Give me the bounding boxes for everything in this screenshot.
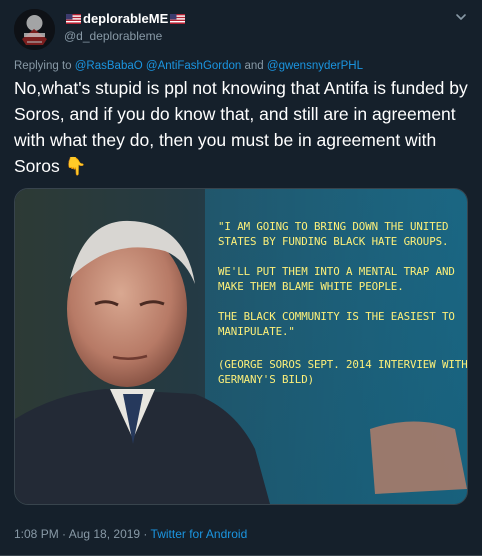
- quote-attribution: (GEORGE SOROS SEPT. 2014 INTERVIEW WITH …: [218, 358, 468, 386]
- mention-link[interactable]: @AntiFashGordon: [146, 60, 241, 72]
- tweet-text: No,what's stupid is ppl not knowing that…: [14, 75, 470, 179]
- pointing-down-emoji: 👇: [64, 156, 87, 176]
- us-flag-icon: [66, 13, 81, 24]
- user-names[interactable]: deplorableME @d_deplorableme: [64, 10, 187, 43]
- avatar-image: [14, 9, 55, 50]
- replying-prefix: Replying to: [14, 60, 72, 72]
- timestamp[interactable]: 1:08 PM · Aug 18, 2019: [14, 527, 140, 541]
- display-name[interactable]: deplorableME: [64, 10, 187, 27]
- tweet-card: deplorableME @d_deplorableme Replying to…: [0, 0, 482, 556]
- us-flag-icon: [170, 13, 186, 24]
- user-handle[interactable]: @d_deplorableme: [64, 29, 187, 43]
- avatar[interactable]: [14, 9, 55, 50]
- meta-separator: ·: [140, 527, 151, 541]
- source-link[interactable]: Twitter for Android: [151, 527, 248, 541]
- mention-link[interactable]: @RasBabaO: [75, 60, 143, 72]
- replying-to: Replying to @RasBabaO @AntiFashGordon an…: [14, 60, 363, 72]
- display-name-text[interactable]: deplorableME: [83, 11, 168, 26]
- mention-link[interactable]: @gwensnyderPHL: [267, 60, 363, 72]
- replying-and: and: [244, 60, 264, 72]
- chevron-down-icon[interactable]: [454, 10, 468, 24]
- quote-paragraph: WE'LL PUT THEM INTO A MENTAL TRAP AND MA…: [218, 265, 455, 293]
- media-quote: "I AM GOING TO BRING DOWN THE UNITED STA…: [218, 219, 468, 402]
- quote-paragraph: "I AM GOING TO BRING DOWN THE UNITED STA…: [218, 220, 449, 248]
- tweet-metadata: 1:08 PM · Aug 18, 2019 · Twitter for And…: [14, 527, 247, 541]
- tweet-media[interactable]: "I AM GOING TO BRING DOWN THE UNITED STA…: [14, 188, 468, 505]
- quote-paragraph: THE BLACK COMMUNITY IS THE EASIEST TO MA…: [218, 310, 455, 338]
